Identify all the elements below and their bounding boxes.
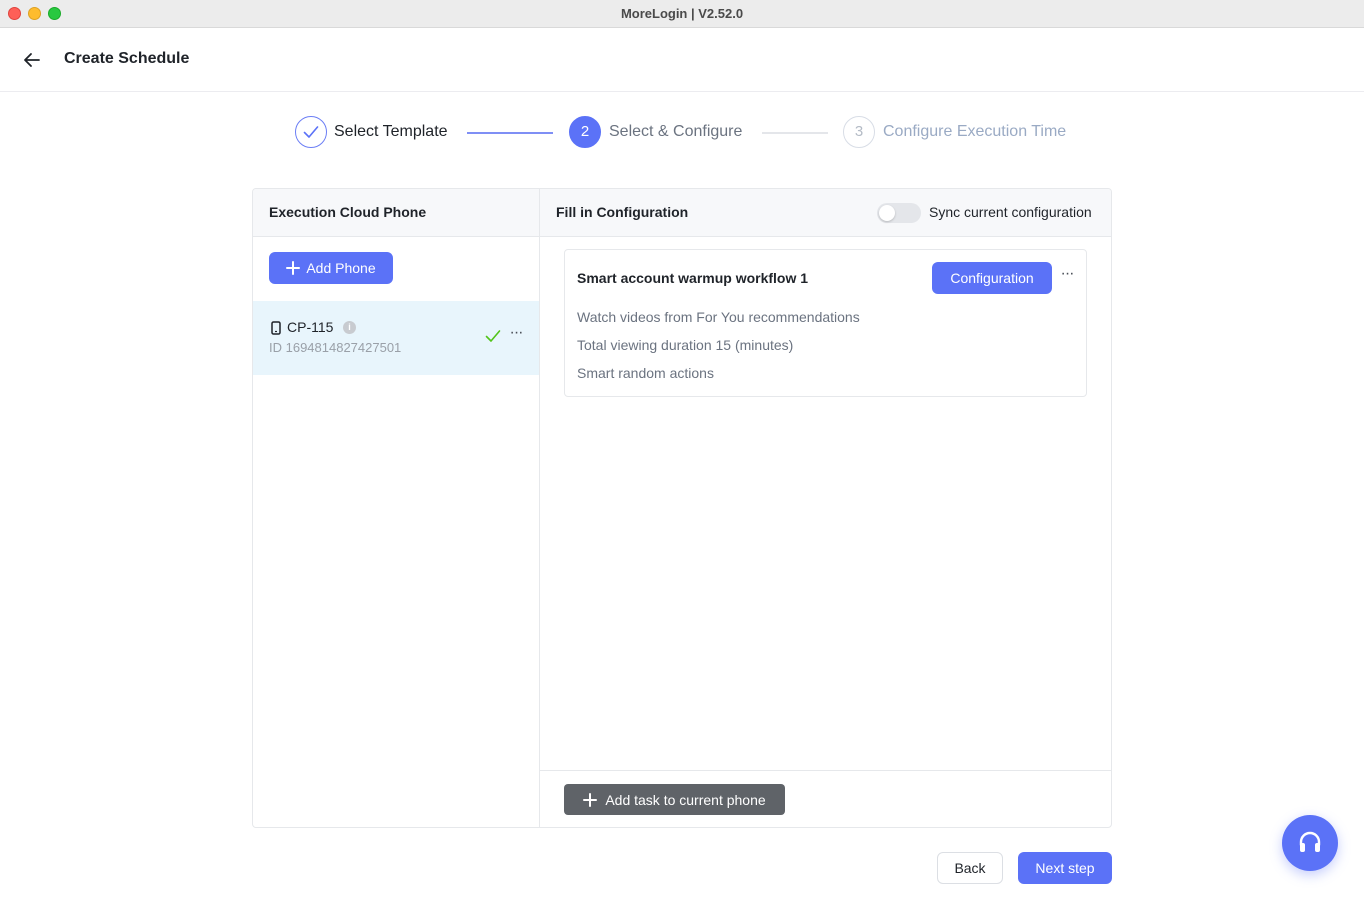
step-connector	[467, 132, 553, 134]
next-step-button[interactable]: Next step	[1018, 852, 1112, 884]
toggle-knob	[879, 205, 895, 221]
task-detail-line: Total viewing duration 15 (minutes)	[577, 337, 794, 353]
add-phone-label: Add Phone	[306, 260, 376, 276]
task-detail-line: Smart random actions	[577, 365, 714, 381]
add-task-button[interactable]: Add task to current phone	[564, 784, 785, 815]
configuration-column: Fill in Configuration Sync current confi…	[540, 189, 1111, 827]
step-1-indicator	[295, 116, 327, 148]
step-2-indicator: 2	[569, 116, 601, 148]
add-phone-button[interactable]: Add Phone	[269, 252, 393, 284]
configuration-button[interactable]: Configuration	[932, 262, 1052, 294]
back-button[interactable]: Back	[937, 852, 1003, 884]
configuration-header: Fill in Configuration Sync current confi…	[540, 189, 1111, 237]
title-bar: MoreLogin | V2.52.0	[0, 0, 1364, 28]
more-icon[interactable]: ···	[1057, 266, 1077, 288]
configuration-title: Fill in Configuration	[556, 204, 689, 220]
support-button[interactable]	[1282, 815, 1338, 871]
phone-list-item[interactable]: CP-115 i ID 1694814827427501 ···	[253, 301, 539, 375]
sync-config-label: Sync current configuration	[929, 204, 1092, 220]
phone-id: ID 1694814827427501	[269, 340, 402, 355]
task-title: Smart account warmup workflow 1	[577, 270, 809, 286]
check-icon	[485, 330, 501, 342]
step-3-label: Configure Execution Time	[883, 123, 1067, 140]
headset-icon	[1299, 831, 1321, 852]
task-detail-line: Watch videos from For You recommendation…	[577, 309, 860, 325]
configuration-footer: Add task to current phone	[540, 770, 1111, 827]
step-3-indicator: 3	[843, 116, 875, 148]
page-header: Create Schedule	[0, 28, 1364, 92]
check-icon	[303, 126, 319, 138]
schedule-config-panel: Execution Cloud Phone Add Phone CP-115 i…	[252, 188, 1112, 828]
phone-list-title: Execution Cloud Phone	[269, 204, 427, 220]
add-task-label: Add task to current phone	[605, 791, 766, 808]
phone-list-header: Execution Cloud Phone	[253, 189, 539, 237]
step-2-label: Select & Configure	[609, 123, 743, 140]
phone-icon	[271, 321, 281, 335]
info-icon[interactable]: i	[343, 321, 356, 334]
phone-name: CP-115	[287, 319, 334, 335]
step-connector	[762, 132, 828, 134]
back-arrow-icon[interactable]	[20, 48, 44, 72]
task-card: Smart account warmup workflow 1 Configur…	[564, 249, 1087, 397]
step-1-label: Select Template	[334, 123, 448, 140]
page-title: Create Schedule	[64, 50, 190, 67]
more-icon[interactable]: ···	[506, 325, 526, 347]
stepper: Select Template 2 Select & Configure 3 C…	[0, 115, 1364, 149]
phone-list-column: Execution Cloud Phone Add Phone CP-115 i…	[253, 189, 540, 827]
plus-icon	[583, 792, 598, 807]
sync-config-toggle[interactable]	[877, 203, 921, 223]
plus-icon	[286, 261, 301, 275]
window-title: MoreLogin | V2.52.0	[620, 6, 744, 21]
